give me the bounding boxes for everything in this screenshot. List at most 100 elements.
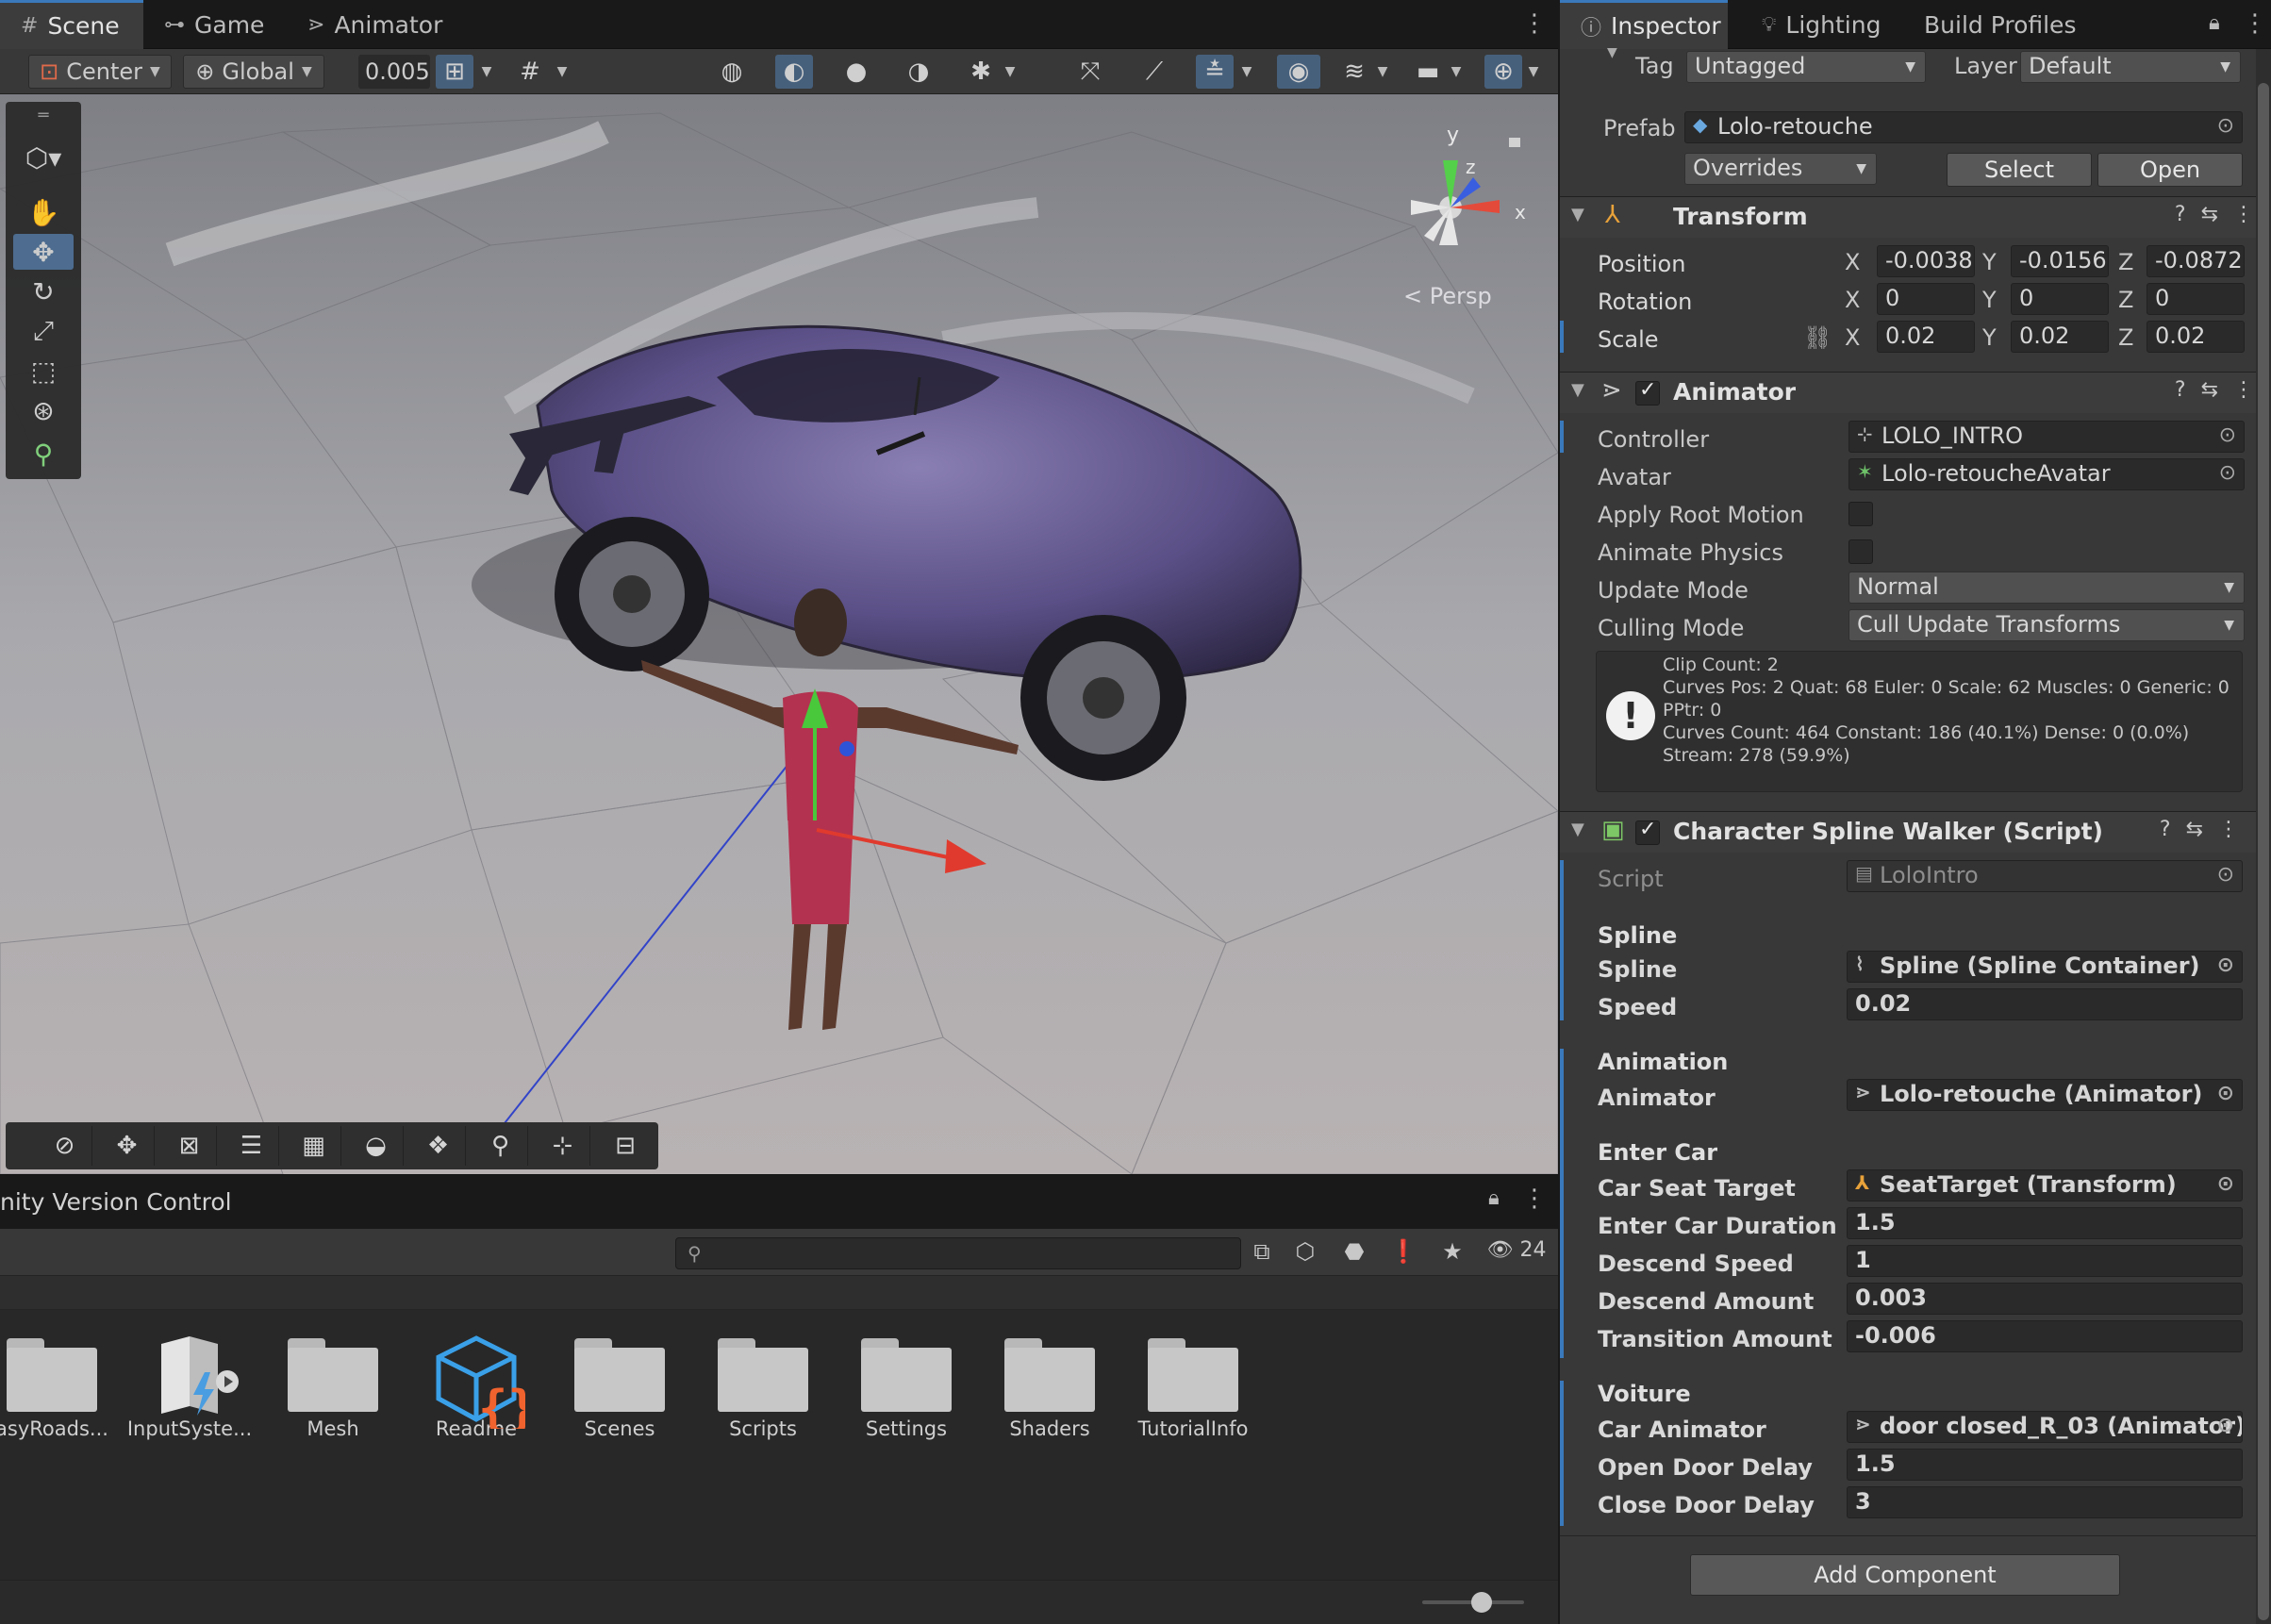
tab-inspector[interactable]: ⓘ Inspector xyxy=(1560,0,1728,49)
scale-tool-icon[interactable]: ⤢ xyxy=(13,313,74,349)
presets-icon[interactable]: ⇆ xyxy=(2186,818,2203,841)
animate-physics-checkbox[interactable] xyxy=(1848,539,1873,564)
shaded-icon[interactable]: ● xyxy=(837,55,875,89)
add-component-button[interactable]: Add Component xyxy=(1690,1554,2120,1596)
warning-icon[interactable]: ❗ xyxy=(1384,1238,1422,1268)
car-animator-field[interactable]: ⋗ door closed_R_03 (Animator) ⊙ xyxy=(1847,1411,2243,1443)
chevron-down-icon[interactable]: ▼ xyxy=(1234,55,1260,89)
component-menu-icon[interactable]: ⋮ xyxy=(2233,378,2254,402)
animator-enabled-checkbox[interactable] xyxy=(1635,378,1660,406)
visibility-eye-icon[interactable]: ◉ xyxy=(1277,55,1320,89)
transition-amount-field[interactable]: -0.006 xyxy=(1847,1320,2243,1352)
scale-x-label[interactable]: X xyxy=(1845,324,1860,351)
tab-lighting[interactable]: 💡︎ Lighting xyxy=(1741,0,1901,49)
position-x-label[interactable]: X xyxy=(1845,249,1860,275)
rotation-label[interactable]: Rotation xyxy=(1598,289,1692,315)
navmesh-icon[interactable]: ▦ xyxy=(287,1126,341,1166)
scrollbar-thumb[interactable] xyxy=(2258,83,2269,1620)
controller-field[interactable]: ⊹ LOLO_INTRO ⊙ xyxy=(1848,421,2245,453)
camera-icon[interactable]: ▬ xyxy=(1409,55,1447,89)
object-picker-icon[interactable]: ⊙ xyxy=(2217,1414,2234,1437)
help-icon[interactable]: ? xyxy=(2160,818,2171,841)
position-label[interactable]: Position xyxy=(1598,251,1685,277)
transition-amount-label[interactable]: Transition Amount xyxy=(1598,1326,1832,1352)
help-icon[interactable]: ? xyxy=(2175,203,2186,226)
tab-build-profiles[interactable]: Build Profiles xyxy=(1903,0,2097,49)
constrain-proportions-link-icon[interactable]: ⛓ xyxy=(1803,324,1832,351)
animator-header[interactable]: ▼ ⋗ Animator ? ⇆ ⋮ xyxy=(1560,372,2271,413)
spline-walker-enabled-checkbox[interactable] xyxy=(1635,818,1660,845)
position-x-field[interactable]: -0.0038 xyxy=(1877,245,1975,277)
open-door-delay-field[interactable]: 1.5 xyxy=(1847,1449,2243,1481)
asset-readme[interactable]: {} Readme xyxy=(406,1334,547,1440)
persp-label[interactable]: < Persp xyxy=(1403,283,1492,309)
chevron-down-icon[interactable]: ▼ xyxy=(1520,55,1547,89)
space-dropdown[interactable]: ⊕ Global ▼ xyxy=(183,55,324,89)
debug-draw-icon[interactable]: ✱ xyxy=(962,55,1000,89)
scale-y-field[interactable]: 0.02 xyxy=(2011,321,2109,353)
move-icon[interactable]: ✥ xyxy=(100,1126,155,1166)
descend-speed-field[interactable]: 1 xyxy=(1847,1245,2243,1277)
object-picker-icon[interactable]: ⊙ xyxy=(2217,953,2234,977)
speed-label[interactable]: Speed xyxy=(1598,994,1677,1020)
component-menu-icon[interactable]: ⋮ xyxy=(2218,818,2239,841)
spline-walker-header[interactable]: ▼ ▣ Character Spline Walker (Script) ? ⇆… xyxy=(1560,811,2258,853)
asset-settings[interactable]: Settings xyxy=(836,1334,977,1440)
object-picker-icon[interactable]: ⊙ xyxy=(2217,1172,2234,1196)
layer-dropdown[interactable]: Default ▼ xyxy=(2020,51,2241,83)
project-search[interactable]: ⚲ xyxy=(675,1237,1241,1269)
effects-icon[interactable]: ≛ xyxy=(1196,55,1234,89)
asset-inputsystem[interactable]: InputSyste... xyxy=(119,1334,260,1440)
car-seat-target-field[interactable]: ⅄ SeatTarget (Transform) ⊙ xyxy=(1847,1169,2243,1201)
unlit-icon[interactable]: ◑ xyxy=(900,55,937,89)
compass-icon[interactable]: ⊘ xyxy=(38,1126,92,1166)
scale-label[interactable]: Scale xyxy=(1598,326,1659,353)
scale-z-field[interactable]: 0.02 xyxy=(2147,321,2245,353)
search-icon[interactable]: ⚲ xyxy=(473,1126,528,1166)
transform-header[interactable]: ▼ ⅄ Transform ? ⇆ ⋮ xyxy=(1560,196,2271,238)
asset-folder[interactable]: asyRoads... xyxy=(0,1334,123,1440)
apply-root-motion-checkbox[interactable] xyxy=(1848,502,1873,526)
position-y-label[interactable]: Y xyxy=(1982,249,1997,275)
2d-toggle-icon[interactable]: ⤧ xyxy=(1071,55,1109,89)
tab-scene[interactable]: # Scene xyxy=(0,0,143,49)
close-door-delay-label[interactable]: Close Door Delay xyxy=(1598,1492,1815,1518)
presets-icon[interactable]: ⇆ xyxy=(2201,203,2218,226)
chevron-down-icon[interactable]: ▼ xyxy=(549,55,575,89)
shaded-wireframe-icon[interactable]: ◐ xyxy=(775,55,813,89)
snap-icon[interactable]: ⊹ xyxy=(536,1126,590,1166)
culling-mode-dropdown[interactable]: Cull Update Transforms ▼ xyxy=(1848,609,2245,641)
move-tool-icon[interactable]: ✥ xyxy=(13,234,74,270)
position-y-field[interactable]: -0.0156 xyxy=(2011,245,2109,277)
align-icon[interactable]: ☰ xyxy=(224,1126,279,1166)
chevron-down-icon[interactable]: ▼ xyxy=(1443,55,1469,89)
chevron-down-icon[interactable]: ▼ xyxy=(473,55,500,89)
asset-scripts[interactable]: Scripts xyxy=(692,1334,834,1440)
presets-icon[interactable]: ⇆ xyxy=(2201,378,2218,402)
update-mode-dropdown[interactable]: Normal ▼ xyxy=(1848,572,2245,604)
select-prefab-button[interactable]: Select xyxy=(1947,153,2092,187)
component-menu-icon[interactable]: ⋮ xyxy=(2233,203,2254,226)
speed-field[interactable]: 0.02 xyxy=(1847,988,2243,1020)
view-cube-icon[interactable]: ⬡▾ xyxy=(13,140,74,175)
rotation-x-field[interactable]: 0 xyxy=(1877,283,1975,315)
scale-x-field[interactable]: 0.02 xyxy=(1877,321,1975,353)
rotation-y-field[interactable]: 0 xyxy=(2011,283,2109,315)
foldout-icon[interactable]: ▼ xyxy=(1571,380,1584,400)
rect-tool-icon[interactable]: ⬚ xyxy=(13,353,74,389)
project-menu-icon[interactable]: ⋮ xyxy=(1522,1185,1547,1213)
scale-z-label[interactable]: Z xyxy=(2118,324,2133,351)
tab-game[interactable]: ⊶ Game xyxy=(143,0,285,49)
snap-increment-field[interactable]: 0.005 xyxy=(358,55,430,89)
transform-tool-icon[interactable]: ⊛ xyxy=(13,392,74,428)
tag-icon[interactable]: ⬣ xyxy=(1335,1238,1373,1268)
camera-preview-icon[interactable]: ⊟ xyxy=(598,1126,653,1166)
search-input[interactable] xyxy=(714,1240,1223,1267)
descend-speed-label[interactable]: Descend Speed xyxy=(1598,1251,1794,1277)
position-z-field[interactable]: -0.0872 xyxy=(2147,245,2245,277)
asset-scenes[interactable]: Scenes xyxy=(549,1334,690,1440)
search-by-type-icon[interactable]: ⧉ xyxy=(1243,1238,1281,1268)
rotation-z-field[interactable]: 0 xyxy=(2147,283,2245,315)
rotation-y-label[interactable]: Y xyxy=(1982,287,1997,313)
tab-animator[interactable]: ⋗ Animator xyxy=(287,0,463,49)
